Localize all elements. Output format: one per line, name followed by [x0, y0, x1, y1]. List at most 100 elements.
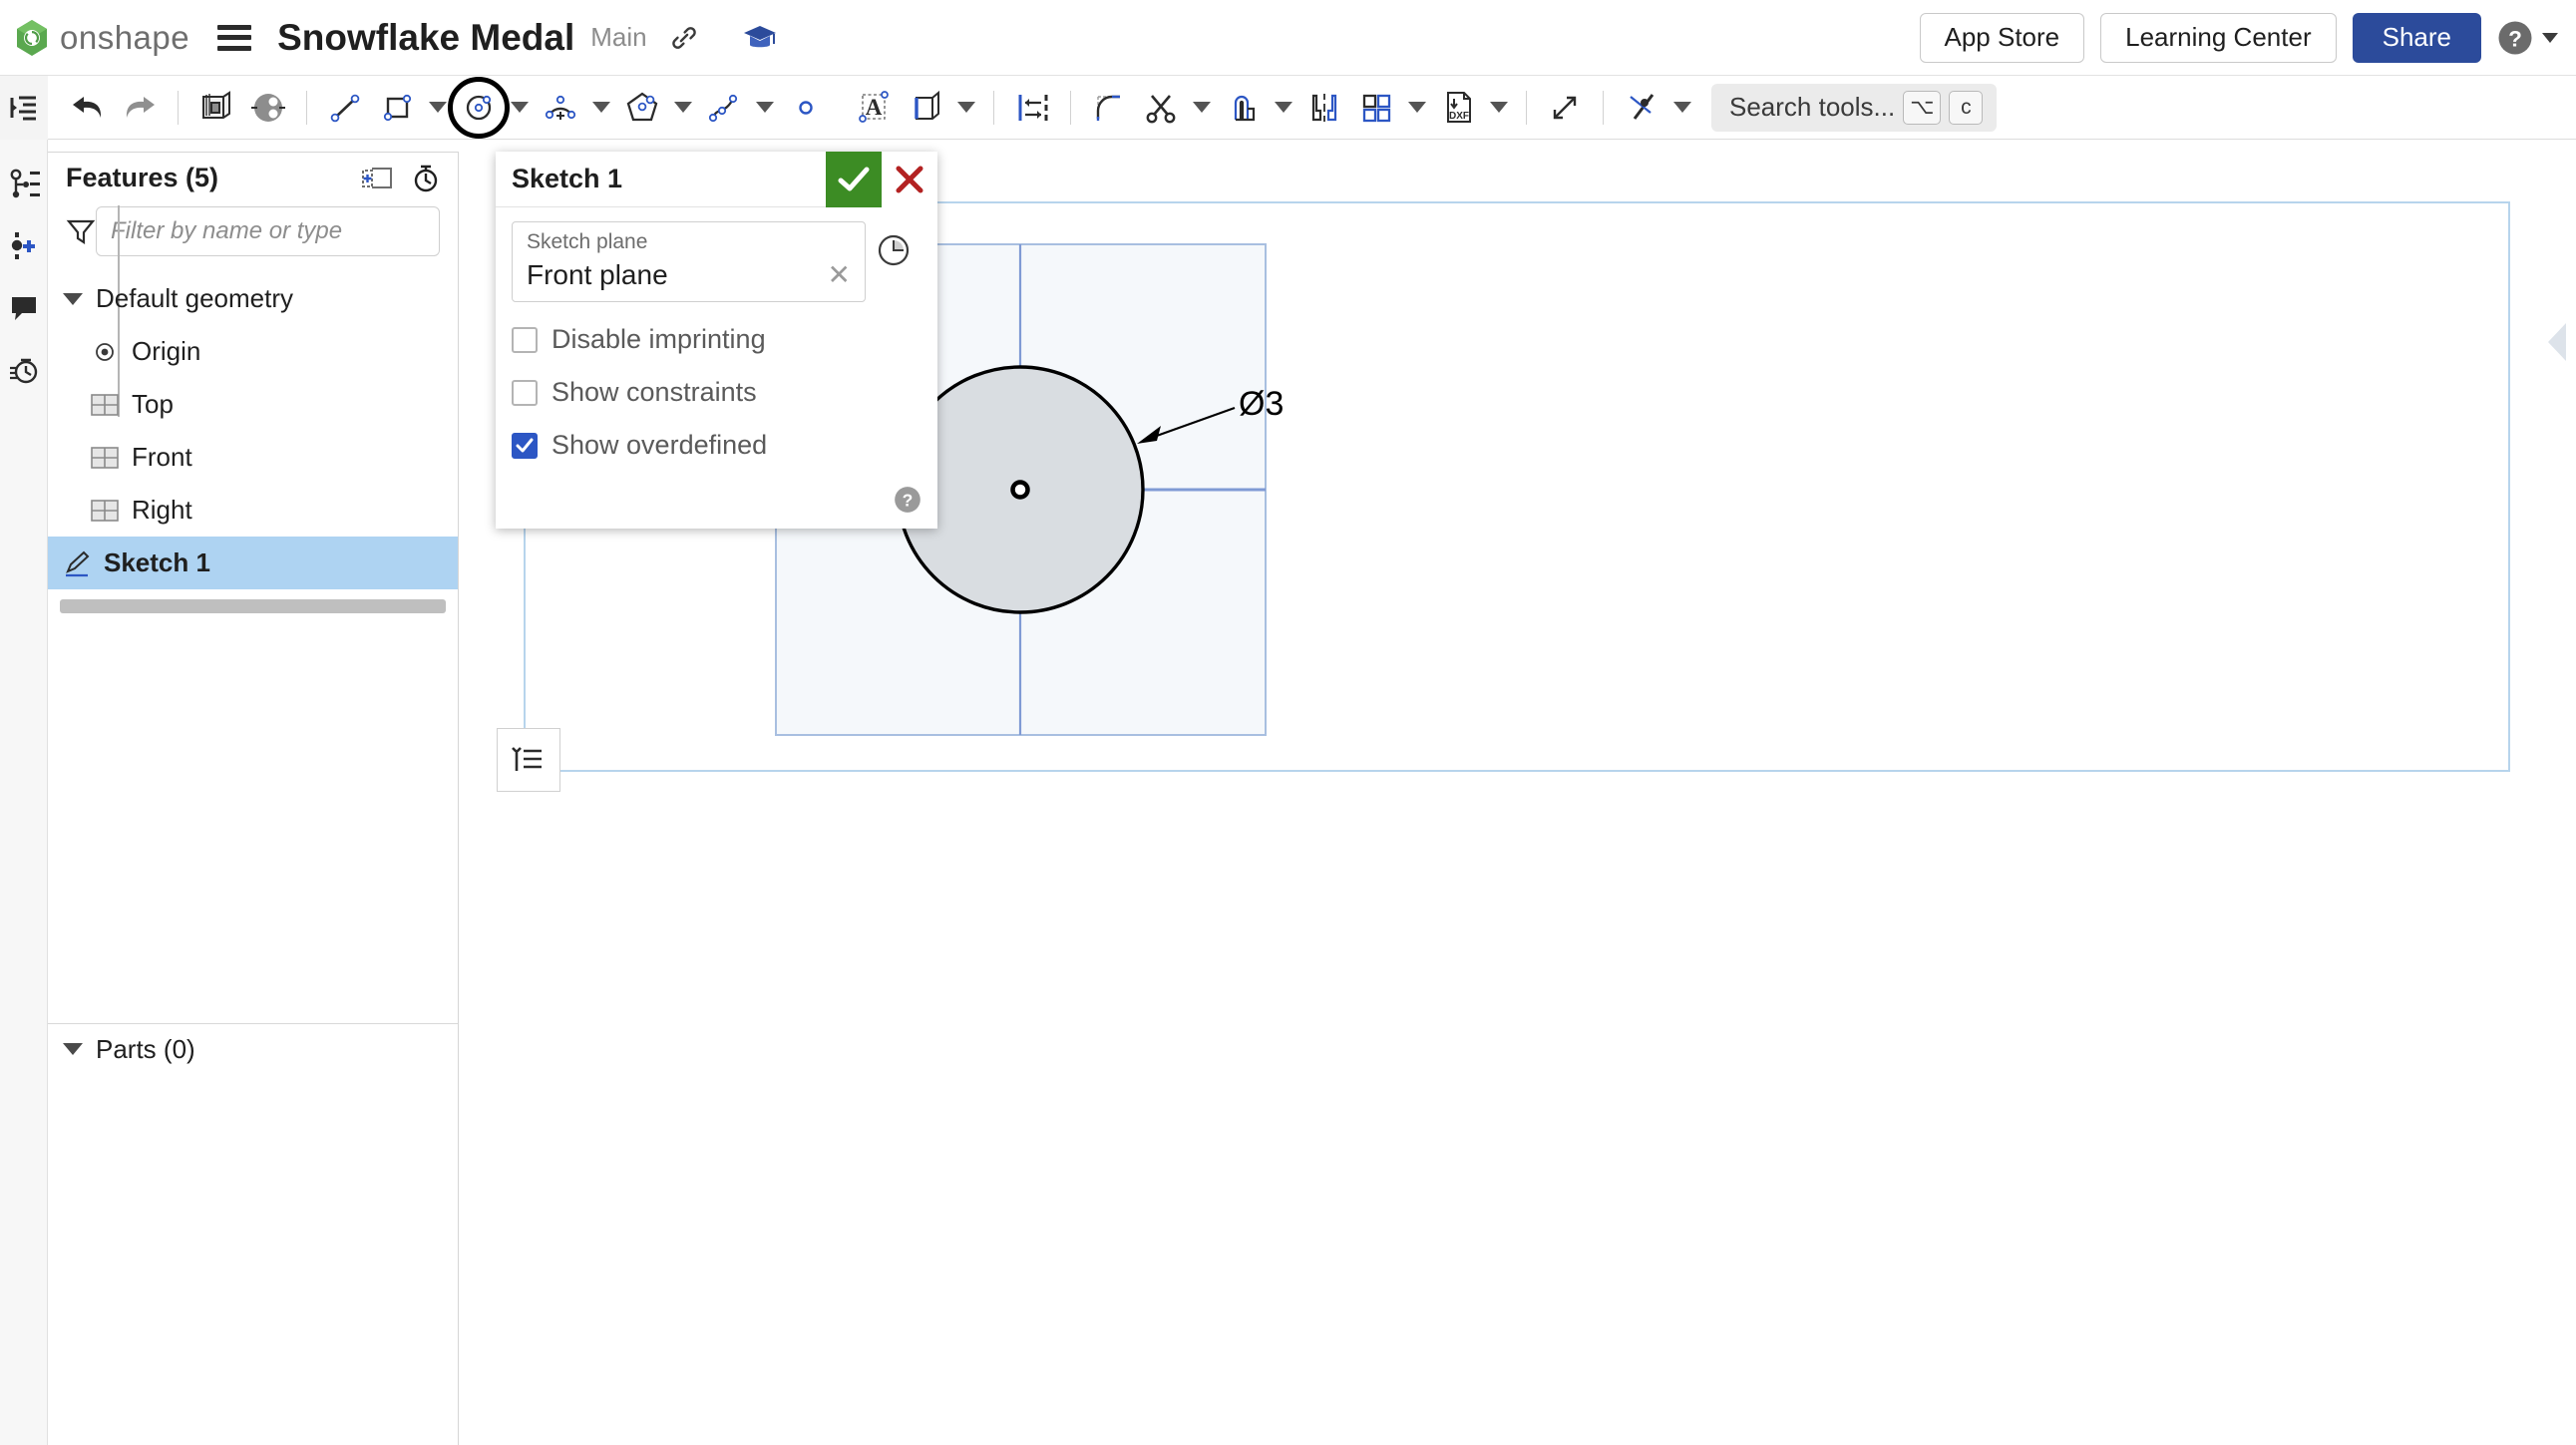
feature-tree: Default geometry Origin Top Front Right …: [48, 205, 458, 590]
cancel-button[interactable]: [882, 151, 937, 207]
polygon-tool-icon[interactable]: [616, 82, 668, 134]
checkbox-label: Disable imprinting: [552, 324, 766, 354]
use-caret-icon[interactable]: [951, 82, 981, 134]
circle-caret-icon[interactable]: [505, 82, 535, 134]
offset-tool-icon[interactable]: [1217, 82, 1269, 134]
mirror-tool-icon[interactable]: [1298, 82, 1350, 134]
checkbox-box[interactable]: [512, 326, 538, 353]
left-triangle-icon[interactable]: [2542, 319, 2572, 370]
sketch-dialog-body: Sketch plane Front plane ✕ Disable impri…: [496, 207, 937, 529]
arc-caret-icon[interactable]: [586, 82, 616, 134]
trim-tool-icon[interactable]: [1135, 82, 1187, 134]
sketch-dialog: Sketch 1 Sketch plane Front plane ✕ Disa…: [496, 151, 937, 529]
circle-tool-icon[interactable]: [448, 76, 510, 139]
rectangle-caret-icon[interactable]: [423, 82, 453, 134]
search-input[interactable]: Search tools...: [1729, 92, 1895, 123]
tree-row-default-geometry[interactable]: Default geometry: [48, 272, 458, 325]
use-projection-icon[interactable]: [900, 82, 951, 134]
sketch-section-icon[interactable]: [242, 82, 294, 134]
spline-tool-icon[interactable]: [698, 82, 750, 134]
onshape-logo-icon[interactable]: [12, 18, 52, 58]
tree-label: Sketch 1: [104, 547, 210, 578]
checkbox-label: Show overdefined: [552, 430, 768, 460]
svg-text:A: A: [866, 95, 883, 120]
feature-tree-icon[interactable]: [0, 154, 48, 215]
filter-input[interactable]: [96, 206, 440, 257]
page-title: Snowflake Medal: [277, 16, 575, 58]
parts-section-header[interactable]: Parts (0): [48, 1024, 458, 1074]
collapsed-feature-list-icon[interactable]: [497, 728, 560, 792]
search-tools[interactable]: Search tools... ⌥ c: [1711, 83, 1998, 132]
plane-icon: [84, 445, 126, 471]
sketch-text-icon[interactable]: A: [848, 82, 900, 134]
panel-toggle-icon[interactable]: [0, 75, 48, 140]
sketch-pencil-icon: [56, 549, 98, 577]
new-folder-icon[interactable]: [360, 163, 394, 192]
disable-imprinting-checkbox[interactable]: Disable imprinting: [512, 324, 921, 355]
redo-icon[interactable]: [114, 82, 166, 134]
tree-row-front[interactable]: Front: [48, 431, 458, 484]
rollback-timer-icon[interactable]: [410, 162, 442, 193]
app-store-button[interactable]: App Store: [1919, 12, 2085, 63]
offset-caret-icon[interactable]: [1269, 82, 1298, 134]
trim-caret-icon[interactable]: [1187, 82, 1217, 134]
hamburger-menu-icon[interactable]: [217, 24, 252, 51]
learning-center-button[interactable]: Learning Center: [2100, 12, 2337, 63]
accept-button[interactable]: [826, 151, 882, 207]
search-shortcut-key: c: [1949, 90, 1984, 125]
tree-label: Origin: [132, 336, 201, 367]
tree-label: Default geometry: [96, 283, 293, 314]
rectangle-tool-icon[interactable]: [371, 82, 423, 134]
arc-tool-icon[interactable]: [535, 82, 586, 134]
constraint-tool-icon[interactable]: [1616, 82, 1667, 134]
sketch-fillet-icon[interactable]: [1083, 82, 1135, 134]
diameter-dimension-label[interactable]: Ø3: [1239, 385, 1284, 424]
new-part-studio-icon[interactable]: [190, 82, 242, 134]
dimension-tool-icon[interactable]: [1006, 82, 1058, 134]
chevron-down-icon[interactable]: [2542, 32, 2558, 43]
svg-text:?: ?: [903, 490, 914, 510]
help-menu[interactable]: ?: [2497, 20, 2558, 56]
tree-row-sketch-1[interactable]: Sketch 1: [48, 537, 458, 590]
chevron-down-icon[interactable]: [56, 292, 90, 305]
features-horizontal-scrollbar[interactable]: [60, 599, 446, 613]
clear-x-icon[interactable]: ✕: [824, 258, 855, 291]
history-clock-icon[interactable]: [0, 339, 48, 401]
add-rail-item[interactable]: [0, 215, 48, 277]
spline-caret-icon[interactable]: [750, 82, 780, 134]
share-button[interactable]: Share: [2352, 12, 2481, 63]
brand-label: onshape: [60, 18, 190, 56]
plane-icon: [84, 392, 126, 418]
svg-text:?: ?: [2508, 26, 2522, 51]
transform-tool-icon[interactable]: [1539, 82, 1591, 134]
pattern-caret-icon[interactable]: [1402, 82, 1432, 134]
comment-bubble-icon[interactable]: [0, 277, 48, 339]
graduation-cap-icon[interactable]: [743, 23, 777, 53]
line-tool-icon[interactable]: [319, 82, 371, 134]
tree-row-top[interactable]: Top: [48, 378, 458, 431]
checkbox-box[interactable]: [512, 379, 538, 406]
plane-picker-icon[interactable]: [866, 221, 921, 269]
plane-icon: [84, 498, 126, 524]
constraint-caret-icon[interactable]: [1667, 82, 1697, 134]
show-constraints-checkbox[interactable]: Show constraints: [512, 377, 921, 408]
dxf-export-icon[interactable]: DXF: [1432, 82, 1484, 134]
sketch-plane-field[interactable]: Sketch plane Front plane ✕: [512, 221, 866, 302]
linear-pattern-icon[interactable]: [1350, 82, 1402, 134]
checkbox-box[interactable]: [512, 432, 538, 459]
features-title: Features (5): [66, 162, 219, 192]
parts-chevron-down-icon[interactable]: [56, 1043, 90, 1056]
dxf-caret-icon[interactable]: [1484, 82, 1514, 134]
undo-icon[interactable]: [62, 82, 114, 134]
filter-funnel-icon[interactable]: [66, 217, 96, 245]
tree-row-right[interactable]: Right: [48, 484, 458, 537]
polygon-caret-icon[interactable]: [668, 82, 698, 134]
features-panel-header: Features (5): [48, 153, 458, 202]
origin-point-icon: [1010, 480, 1030, 500]
point-tool-icon[interactable]: [780, 82, 832, 134]
help-circle-icon[interactable]: ?: [894, 486, 921, 519]
tree-row-origin[interactable]: Origin: [48, 325, 458, 378]
show-overdefined-checkbox[interactable]: Show overdefined: [512, 430, 921, 461]
help-circle-icon[interactable]: ?: [2497, 20, 2533, 56]
link-icon[interactable]: [669, 23, 699, 53]
